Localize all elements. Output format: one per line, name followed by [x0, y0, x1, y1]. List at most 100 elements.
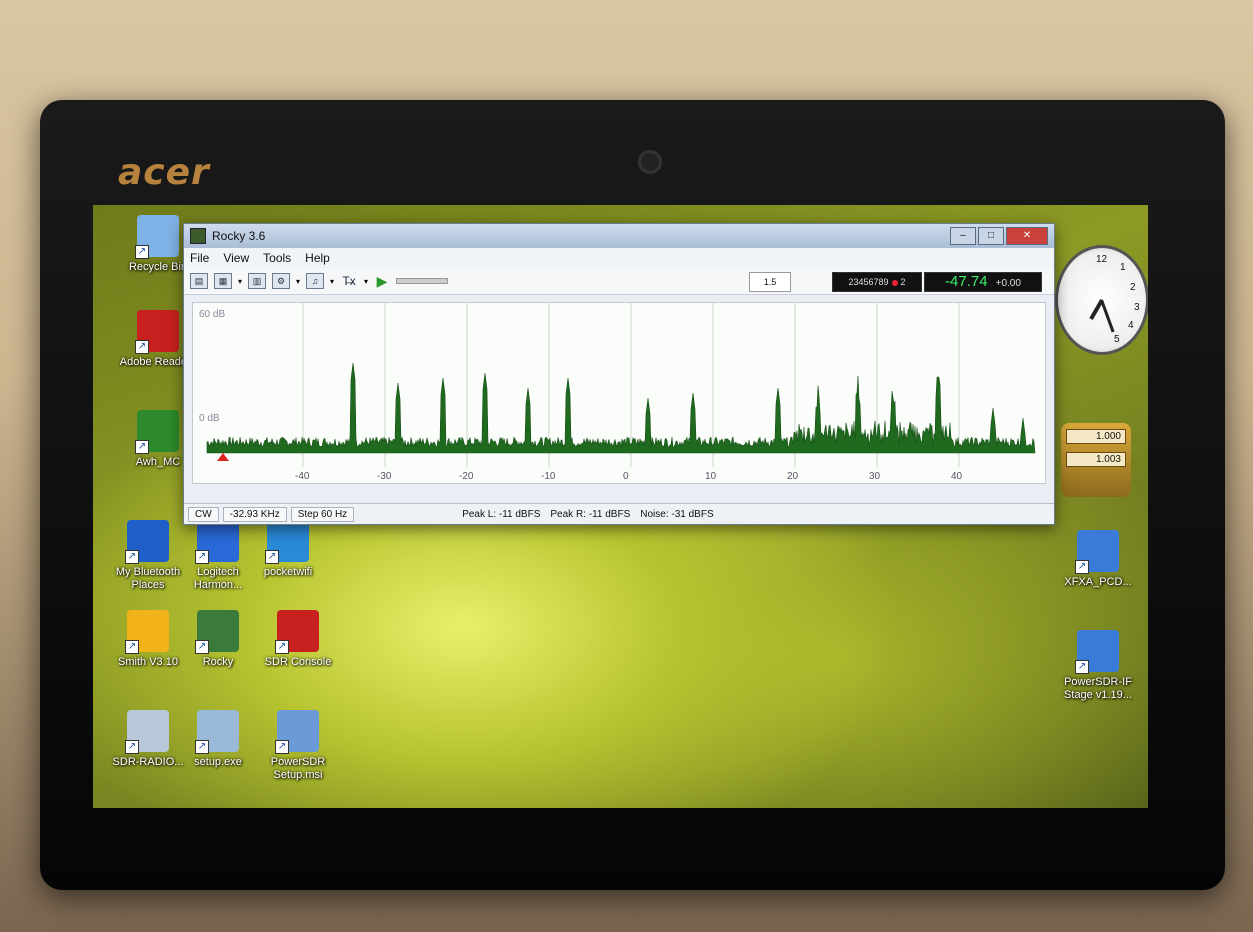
close-button[interactable]: ✕: [1006, 227, 1048, 245]
desktop-icon-sdr-console[interactable]: ↗ SDR Console: [253, 610, 343, 669]
x-tick-label: 40: [951, 471, 963, 482]
record-indicator-icon: [891, 279, 898, 286]
installer-icon: ↗: [1075, 530, 1119, 574]
minimize-button[interactable]: –: [950, 227, 976, 245]
chevron-down-icon[interactable]: ▾: [330, 277, 334, 286]
x-tick-label: -10: [541, 471, 556, 482]
desktop-icon-label: setup.exe: [194, 756, 242, 768]
offset-frequency-status: -32.93 KHz: [222, 506, 287, 522]
desktop-icon-powersdr-if[interactable]: ↗ PowerSDR-IF Stage v1.19...: [1053, 630, 1143, 702]
shortcut-arrow-icon: ↗: [195, 550, 209, 564]
clock-minute-hand: [1100, 299, 1115, 333]
recycle-bin-icon: ↗: [135, 215, 179, 259]
menu-help[interactable]: Help: [305, 251, 330, 265]
display-icon[interactable]: ▦: [214, 273, 232, 289]
window-title: Rocky 3.6: [212, 229, 266, 243]
desktop-icon-xfxa-pcd[interactable]: ↗ XFXA_PCD...: [1053, 530, 1143, 589]
x-tick-label: -40: [295, 471, 310, 482]
chevron-down-icon[interactable]: ▾: [296, 277, 300, 286]
frequency-digits: 23456789: [848, 277, 889, 287]
desktop-icon-label: SDR Console: [264, 656, 332, 668]
gadget-value: 1.000: [1066, 429, 1126, 444]
shortcut-arrow-icon: ↗: [125, 550, 139, 564]
db-zero-label: 0 dB: [199, 413, 220, 424]
chevron-down-icon[interactable]: ▾: [238, 277, 242, 286]
frequency-small: 2: [900, 277, 906, 287]
desktop-icon-label: PowerSDR-IF Stage v1.19...: [1064, 676, 1132, 701]
play-icon[interactable]: ▶: [374, 274, 390, 288]
db-top-label: 60 dB: [199, 309, 225, 320]
desktop-screen: ↗ Recycle Bin ↗ Adobe Reade 9 ↗ Awh_MC ↗ My Blu…: [93, 205, 1148, 808]
harmony-icon: ↗: [195, 520, 239, 564]
window-titlebar[interactable]: Rocky 3.6 – □ ✕: [184, 224, 1054, 248]
gain-readout[interactable]: 1.5: [749, 272, 791, 292]
brand-logo: acer: [118, 152, 210, 193]
x-tick-label: 10: [705, 471, 717, 482]
shortcut-arrow-icon: ↗: [125, 640, 139, 654]
sdr-console-icon: ↗: [275, 610, 319, 654]
x-tick-label: -20: [459, 471, 474, 482]
peak-left-status: Peak L: -11 dBFS: [462, 508, 541, 520]
clock-number: 2: [1130, 282, 1136, 293]
shortcut-arrow-icon: ↗: [135, 440, 149, 454]
currency-gadget[interactable]: 1.000 1.003: [1061, 423, 1131, 497]
adobe-reader-icon: ↗: [135, 310, 179, 354]
spectrum-trace: [206, 362, 1036, 454]
clock-hour-hand: [1089, 299, 1104, 321]
desktop-icon-label: pocketwifi: [263, 566, 313, 578]
level-readout[interactable]: -47.74 +0.00: [924, 272, 1042, 292]
offset-value: +0.00: [995, 278, 1021, 289]
desktop-icon-label: XFXA_PCD...: [1064, 576, 1132, 588]
tx-icon[interactable]: T̶x: [340, 274, 358, 288]
spectrum-display[interactable]: -40 -30 -20 -10 0 10 20 30 40 60 dB 0 dB: [192, 302, 1046, 484]
msi-installer-icon: ↗: [275, 710, 319, 754]
clock-number: 3: [1134, 302, 1140, 313]
status-bar: CW -32.93 KHz Step 60 Hz Peak L: -11 dBF…: [184, 503, 1054, 524]
desktop-icon-setup-exe[interactable]: ↗ setup.exe: [173, 710, 263, 769]
desktop-icon-label: PowerSDR Setup.msi: [270, 756, 326, 781]
settings-icon[interactable]: ⚙: [272, 273, 291, 289]
gadget-value: 1.003: [1066, 452, 1126, 467]
step-status[interactable]: Step 60 Hz: [290, 506, 355, 522]
toolbar: ▤ ▦ ▾ ▥ ⚙ ▾ ♫ ▾ T̶x ▾ ▶ 1.5 23456789 2 -4…: [184, 268, 1054, 295]
setup-cd-icon: ↗: [195, 710, 239, 754]
maximize-button[interactable]: □: [978, 227, 1004, 245]
radio-icon[interactable]: ▤: [190, 273, 208, 289]
menu-view[interactable]: View: [223, 251, 249, 265]
desktop-icon-powersdr-setup[interactable]: ↗ PowerSDR Setup.msi: [253, 710, 343, 782]
shortcut-arrow-icon: ↗: [195, 640, 209, 654]
chevron-down-icon[interactable]: ▾: [364, 277, 368, 286]
x-tick-label: 0: [623, 471, 629, 482]
rocky-app-icon: [190, 228, 206, 244]
shortcut-arrow-icon: ↗: [135, 340, 149, 354]
menu-tools[interactable]: Tools: [263, 251, 291, 265]
noise-status: Noise: -31 dBFS: [640, 508, 714, 520]
clock-gadget[interactable]: 12 1 2 3 4 5: [1055, 245, 1148, 355]
desktop-icon-label: Rocky: [202, 656, 234, 668]
x-tick-label: 30: [869, 471, 881, 482]
shortcut-arrow-icon: ↗: [195, 740, 209, 754]
shortcut-arrow-icon: ↗: [265, 550, 279, 564]
rocky-window[interactable]: Rocky 3.6 – □ ✕ File View Tools Help ▤ ▦…: [183, 223, 1055, 525]
installer-icon: ↗: [1075, 630, 1119, 674]
frequency-readout[interactable]: 23456789 2: [832, 272, 922, 292]
audio-icon[interactable]: ♫: [306, 273, 325, 289]
waterfall-icon[interactable]: ▥: [248, 273, 267, 289]
tuning-marker-icon[interactable]: [217, 453, 229, 461]
clock-number: 12: [1096, 254, 1108, 265]
shortcut-arrow-icon: ↗: [135, 245, 149, 259]
volume-slider[interactable]: [396, 278, 449, 284]
level-value: -47.74: [945, 273, 988, 290]
pocketwifi-icon: ↗: [265, 520, 309, 564]
desktop-icon-rocky[interactable]: ↗ Rocky: [173, 610, 263, 669]
mode-status[interactable]: CW: [188, 506, 219, 522]
menu-file[interactable]: File: [190, 251, 209, 265]
shortcut-arrow-icon: ↗: [275, 740, 289, 754]
peak-right-status: Peak R: -11 dBFS: [550, 508, 631, 520]
shortcut-arrow-icon: ↗: [125, 740, 139, 754]
webcam: [638, 150, 662, 174]
desktop-icon-pocketwifi[interactable]: ↗ pocketwifi: [243, 520, 333, 579]
clock-number: 4: [1128, 320, 1134, 331]
audio-meter-icon: ↗: [135, 410, 179, 454]
shortcut-arrow-icon: ↗: [1075, 660, 1089, 674]
